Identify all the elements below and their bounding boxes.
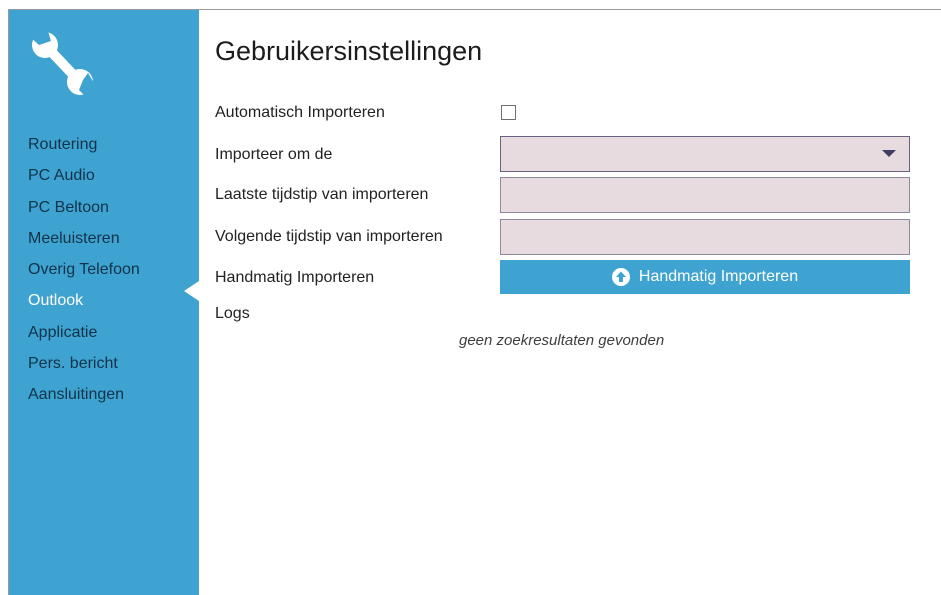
- sidebar-item-applicatie[interactable]: Applicatie: [28, 322, 140, 353]
- manual-import-button-label: Handmatig Importeren: [638, 268, 799, 285]
- manual-import-label: Handmatig Importeren: [215, 269, 375, 286]
- auto-import-checkbox[interactable]: [501, 105, 516, 120]
- sidebar: Routering PC Audio PC Beltoon Meeluister…: [9, 10, 199, 595]
- import-interval-select[interactable]: [500, 136, 910, 172]
- sidebar-item-pc-beltoon[interactable]: PC Beltoon: [28, 197, 140, 228]
- sidebar-nav: Routering PC Audio PC Beltoon Meeluister…: [28, 134, 140, 416]
- sidebar-item-overig-telefoon[interactable]: Overig Telefoon: [28, 259, 140, 290]
- import-interval-label: Importeer om de: [215, 146, 333, 163]
- settings-panel: Gebruikersinstellingen Automatisch Impor…: [199, 10, 941, 595]
- sidebar-item-meeluisteren[interactable]: Meeluisteren: [28, 228, 140, 259]
- next-import-field[interactable]: [500, 219, 910, 255]
- logs-empty-text: geen zoekresultaten gevonden: [459, 332, 665, 349]
- wrench-icon: [29, 28, 97, 98]
- sidebar-item-outlook[interactable]: Outlook: [28, 290, 140, 321]
- last-import-label: Laatste tijdstip van importeren: [215, 186, 429, 203]
- last-import-field[interactable]: [500, 177, 910, 213]
- sidebar-item-aansluitingen[interactable]: Aansluitingen: [28, 384, 140, 415]
- sidebar-item-pers-bericht[interactable]: Pers. bericht: [28, 353, 140, 384]
- next-import-label: Volgende tijdstip van importeren: [215, 228, 443, 245]
- page-title: Gebruikersinstellingen: [215, 36, 483, 66]
- logs-label: Logs: [215, 305, 250, 322]
- auto-import-label: Automatisch Importeren: [215, 104, 385, 121]
- active-item-indicator: [184, 281, 199, 301]
- sidebar-item-routering[interactable]: Routering: [28, 134, 140, 165]
- chevron-down-icon: [882, 150, 896, 157]
- manual-import-button[interactable]: Handmatig Importeren: [500, 260, 910, 294]
- sidebar-item-pc-audio[interactable]: PC Audio: [28, 165, 140, 196]
- upload-arrow-icon: [611, 268, 630, 286]
